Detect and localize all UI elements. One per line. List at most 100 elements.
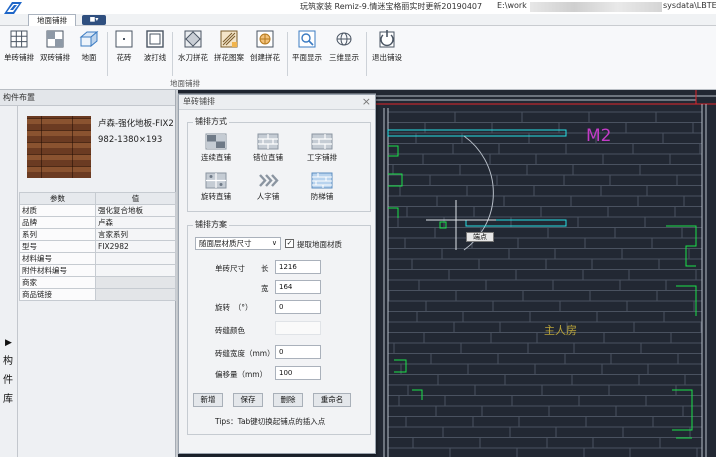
length-input[interactable]: 1216	[275, 260, 321, 274]
window-path-right: sysdata\LBTE	[663, 1, 716, 10]
table-row[interactable]: 商家	[19, 276, 176, 289]
exit-layout-button[interactable]: 退出铺设	[370, 29, 404, 63]
table-header-row: 参数 值	[19, 192, 176, 205]
component-library-label: 构 件 库	[3, 352, 15, 409]
side-tab-char: 库	[3, 394, 13, 405]
herringbone-layout-button[interactable]: 人字铺	[243, 172, 293, 202]
tile-size-label: 单砖尺寸	[215, 264, 245, 273]
rotation-label: 旋转 （°）	[215, 303, 253, 312]
table-row[interactable]: 系列 言家系列	[19, 228, 176, 241]
plan-view-button[interactable]: 平面显示	[290, 29, 324, 63]
anti-ladder-icon	[311, 172, 333, 189]
exit-layout-label: 退出铺设	[372, 53, 402, 62]
extract-material-checkbox[interactable]: ✓	[285, 239, 294, 248]
table-row[interactable]: 附件材料编号	[19, 264, 176, 277]
property-key: 品牌	[19, 216, 96, 229]
quick-access-toggle[interactable]: ■▾	[82, 15, 106, 25]
property-value[interactable]: 强化复合地板	[95, 204, 176, 217]
table-row[interactable]: 材质 强化复合地板	[19, 204, 176, 217]
joint-color-swatch[interactable]	[275, 321, 321, 335]
side-tab-char: 件	[3, 375, 13, 386]
i-pattern-icon	[311, 133, 333, 150]
property-key: 商家	[19, 276, 96, 289]
3d-view-button[interactable]: 三维显示	[327, 29, 361, 63]
continuous-label: 连续直铺	[201, 153, 231, 162]
joint-width-input[interactable]: 0	[275, 345, 321, 359]
rename-button[interactable]: 重命名	[313, 393, 351, 407]
window-path-left: E:\work	[497, 1, 527, 10]
add-button[interactable]: 新增	[193, 393, 223, 407]
table-row[interactable]: 型号 FIX2982	[19, 240, 176, 253]
property-value[interactable]: FIX2982	[95, 240, 176, 253]
delete-button[interactable]: 删除	[273, 393, 303, 407]
plan-view-label: 平面显示	[292, 53, 322, 62]
create-pattern-label: 创建拼花	[250, 53, 280, 62]
dialog-title: 单砖铺排	[179, 95, 375, 110]
grid-tile-icon	[10, 30, 28, 48]
exit-icon	[379, 30, 395, 48]
double-tile-layout-label: 双砖铺排	[40, 53, 70, 62]
table-row[interactable]: 品牌 卢森	[19, 216, 176, 229]
property-value[interactable]	[95, 276, 176, 289]
table-row[interactable]: 商品链接	[19, 288, 176, 301]
staggered-label: 错位直铺	[253, 153, 283, 162]
offset-label: 偏移量（mm）	[215, 370, 268, 379]
property-value[interactable]: 言家系列	[95, 228, 176, 241]
save-button[interactable]: 保存	[233, 393, 263, 407]
property-table: 参数 值 材质 强化复合地板 品牌 卢森 系列 言家系列 型号 FIX2982 材料编号…	[19, 192, 176, 301]
window-title: 玩筑家装 Remiz-9.情迷宝格丽实时更新20190407	[300, 2, 483, 11]
offset-input[interactable]: 100	[275, 366, 321, 380]
herringbone-label: 人字铺	[256, 192, 280, 201]
expand-arrow-icon[interactable]: ▶	[5, 338, 12, 348]
floor-label: 地面	[81, 53, 97, 62]
single-tile-layout-button[interactable]: 单砖铺排	[2, 29, 36, 63]
rotated-layout-button[interactable]: 旋转直铺	[191, 172, 241, 202]
wall-lines	[376, 90, 716, 457]
waterjet-button[interactable]: 水刀拼花	[176, 29, 210, 63]
property-value[interactable]: 卢森	[95, 216, 176, 229]
cad-canvas[interactable]: M2 主人房 端点	[376, 90, 716, 457]
property-value[interactable]	[95, 252, 176, 265]
double-tile-layout-button[interactable]: 双砖铺排	[38, 29, 72, 63]
joint-width-label: 砖缝宽度（mm）	[215, 349, 275, 358]
scheme-select[interactable]: 随面层材质尺寸 ∨	[195, 237, 281, 250]
anti-ladder-layout-button[interactable]: 防梯铺	[297, 172, 347, 202]
decor-tile-button[interactable]: 花砖	[107, 29, 141, 63]
herringbone-icon	[259, 174, 279, 187]
staggered-layout-button[interactable]: 错位直铺	[243, 133, 293, 163]
i-pattern-label: 工字铺排	[307, 153, 337, 162]
anti-ladder-label: 防梯铺	[310, 192, 334, 201]
border-line-icon	[146, 30, 164, 48]
component-library-tab[interactable]: ▶ 构 件 库	[0, 106, 18, 457]
pattern-button[interactable]: 拼花图案	[212, 29, 246, 63]
pattern-label: 拼花图案	[214, 53, 244, 62]
table-header: 值	[95, 192, 176, 205]
app-logo-icon[interactable]	[2, 0, 24, 16]
table-row[interactable]: 材料编号	[19, 252, 176, 265]
property-value[interactable]	[95, 264, 176, 277]
tab-floor-layout[interactable]: 地面铺排	[28, 14, 76, 26]
close-icon[interactable]: ×	[362, 96, 371, 108]
continuous-layout-button[interactable]: 连续直铺	[191, 133, 241, 163]
property-value[interactable]	[95, 288, 176, 301]
i-pattern-layout-button[interactable]: 工字铺排	[297, 133, 347, 163]
waterjet-icon	[184, 30, 202, 48]
pattern-icon	[220, 30, 238, 48]
create-pattern-button[interactable]: 创建拼花	[248, 29, 282, 63]
width-label: 宽	[261, 284, 269, 293]
ribbon: 单砖铺排 双砖铺排 地面 花砖 波打线 水刀拼花 拼花图案 创建拼花 平面显示 …	[0, 26, 716, 90]
staggered-icon	[257, 133, 279, 150]
rotation-input[interactable]: 0	[275, 300, 321, 314]
floor-button[interactable]: 地面	[72, 29, 106, 63]
width-input[interactable]: 164	[275, 280, 321, 294]
title-bar: 玩筑家装 Remiz-9.情迷宝格丽实时更新20190407 E:\work s…	[0, 0, 716, 14]
continuous-icon	[205, 133, 227, 150]
component-panel-title: 构件布置	[0, 90, 175, 106]
layout-scheme-legend: 铺排方案	[193, 219, 229, 230]
border-line-button[interactable]: 波打线	[138, 29, 172, 63]
material-thumbnail[interactable]	[27, 116, 91, 178]
plan-view-icon	[298, 30, 316, 48]
floor-box-icon	[79, 30, 99, 48]
property-key: 型号	[19, 240, 96, 253]
door-label: M2	[586, 126, 612, 146]
